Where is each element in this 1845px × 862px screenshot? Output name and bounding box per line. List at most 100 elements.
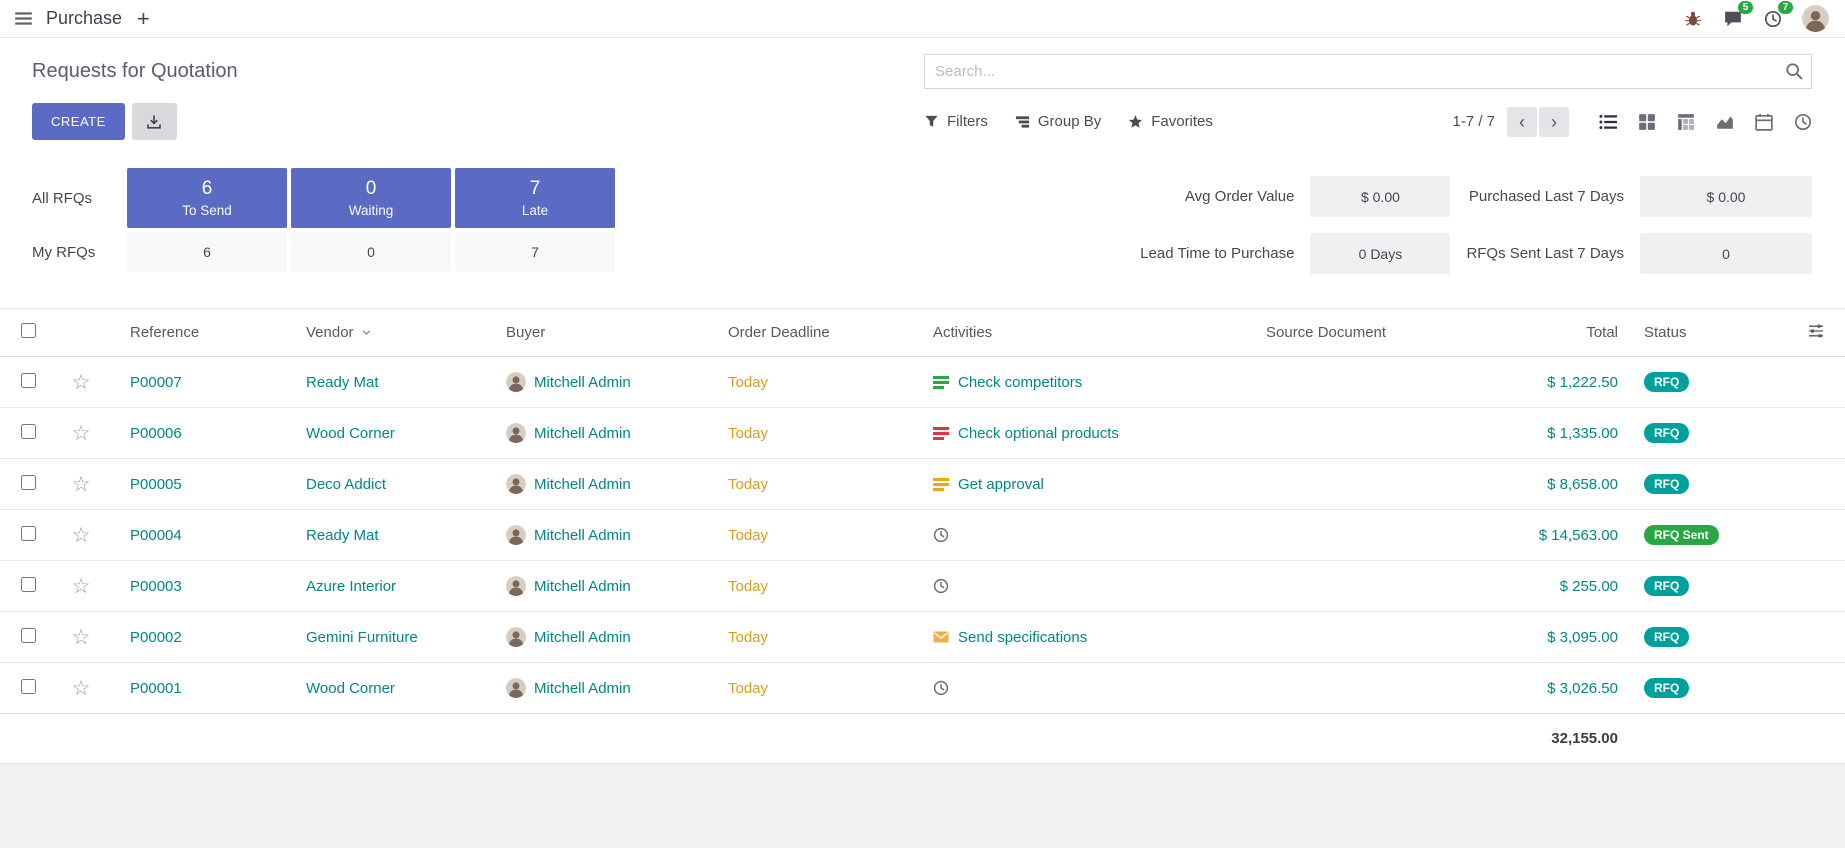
list-view-icon[interactable] bbox=[1599, 113, 1617, 131]
buyer-cell[interactable]: Mitchell Admin bbox=[506, 576, 728, 596]
app-name[interactable]: Purchase bbox=[46, 8, 122, 29]
vendor-link[interactable]: Ready Mat bbox=[306, 527, 379, 544]
activities-column-header[interactable]: Activities bbox=[933, 309, 1266, 357]
vendor-link[interactable]: Gemini Furniture bbox=[306, 629, 418, 646]
favorite-star-icon[interactable]: ☆ bbox=[72, 576, 91, 597]
rfq-reference-link[interactable]: P00004 bbox=[130, 527, 182, 544]
calendar-view-icon[interactable] bbox=[1755, 113, 1773, 131]
buyer-cell[interactable]: Mitchell Admin bbox=[506, 627, 728, 647]
to-send-card[interactable]: 6 To Send bbox=[127, 168, 287, 228]
my-late-count[interactable]: 7 bbox=[455, 232, 615, 272]
table-row[interactable]: ☆ P00002 Gemini Furniture Mitchell Admin… bbox=[0, 612, 1845, 663]
vendor-link[interactable]: Ready Mat bbox=[306, 374, 379, 391]
rfq-reference-link[interactable]: P00006 bbox=[130, 425, 182, 442]
buyer-cell[interactable]: Mitchell Admin bbox=[506, 678, 728, 698]
favorites-button[interactable]: Favorites bbox=[1128, 113, 1213, 130]
vendor-column-header[interactable]: Vendor bbox=[306, 309, 506, 357]
vendor-link[interactable]: Azure Interior bbox=[306, 578, 396, 595]
messages-icon[interactable]: 5 bbox=[1722, 8, 1744, 30]
vendor-link[interactable]: Wood Corner bbox=[306, 425, 395, 442]
my-to-send-count[interactable]: 6 bbox=[127, 232, 287, 272]
row-checkbox[interactable] bbox=[21, 424, 36, 439]
table-row[interactable]: ☆ P00003 Azure Interior Mitchell Admin T… bbox=[0, 561, 1845, 612]
activity-view-icon[interactable] bbox=[1794, 113, 1812, 131]
buyer-cell[interactable]: Mitchell Admin bbox=[506, 423, 728, 443]
row-checkbox[interactable] bbox=[21, 373, 36, 388]
row-checkbox[interactable] bbox=[21, 526, 36, 541]
status-badge: RFQ bbox=[1644, 627, 1689, 647]
apps-menu-icon[interactable] bbox=[14, 9, 33, 28]
graph-view-icon[interactable] bbox=[1716, 113, 1734, 131]
favorite-star-icon[interactable]: ☆ bbox=[72, 525, 91, 546]
row-checkbox[interactable] bbox=[21, 577, 36, 592]
total-amount: $ 255.00 bbox=[1560, 578, 1618, 595]
export-button[interactable] bbox=[132, 103, 177, 140]
rfq-reference-link[interactable]: P00007 bbox=[130, 374, 182, 391]
activity-cell[interactable]: Send specifications bbox=[933, 629, 1266, 646]
buyer-avatar bbox=[506, 627, 526, 647]
source-column-header[interactable]: Source Document bbox=[1266, 309, 1516, 357]
lead-time: 0 Days bbox=[1310, 233, 1450, 274]
pager: 1-7 / 7 ‹ › bbox=[1452, 107, 1569, 137]
favorite-star-icon[interactable]: ☆ bbox=[72, 678, 91, 699]
buyer-cell[interactable]: Mitchell Admin bbox=[506, 474, 728, 494]
my-waiting-count[interactable]: 0 bbox=[291, 232, 451, 272]
favorite-star-icon[interactable]: ☆ bbox=[72, 372, 91, 393]
total-amount: $ 1,222.50 bbox=[1547, 374, 1618, 391]
bug-icon[interactable] bbox=[1682, 8, 1704, 30]
quick-add-icon[interactable]: + bbox=[135, 8, 152, 30]
select-all-checkbox[interactable] bbox=[21, 323, 36, 338]
row-checkbox[interactable] bbox=[21, 475, 36, 490]
late-card[interactable]: 7 Late bbox=[455, 168, 615, 228]
rfq-reference-link[interactable]: P00001 bbox=[130, 680, 182, 697]
total-amount: $ 1,335.00 bbox=[1547, 425, 1618, 442]
row-checkbox[interactable] bbox=[21, 628, 36, 643]
vendor-link[interactable]: Wood Corner bbox=[306, 680, 395, 697]
status-column-header[interactable]: Status bbox=[1636, 309, 1786, 357]
reference-column-header[interactable]: Reference bbox=[106, 309, 306, 357]
buyer-avatar bbox=[506, 372, 526, 392]
pager-next-button[interactable]: › bbox=[1539, 107, 1569, 137]
total-column-header[interactable]: Total bbox=[1516, 309, 1636, 357]
buyer-column-header[interactable]: Buyer bbox=[506, 309, 728, 357]
activities-icon[interactable]: 7 bbox=[1762, 8, 1784, 30]
table-row[interactable]: ☆ P00006 Wood Corner Mitchell Admin Toda… bbox=[0, 408, 1845, 459]
download-icon bbox=[146, 114, 162, 130]
adjust-columns-icon[interactable] bbox=[1808, 323, 1824, 339]
table-row[interactable]: ☆ P00005 Deco Addict Mitchell Admin Toda… bbox=[0, 459, 1845, 510]
activity-cell[interactable]: Check competitors bbox=[933, 374, 1266, 391]
all-rfqs-label: All RFQs bbox=[32, 168, 118, 228]
filters-button[interactable]: Filters bbox=[924, 113, 988, 130]
user-avatar[interactable] bbox=[1802, 5, 1829, 32]
buyer-cell[interactable]: Mitchell Admin bbox=[506, 372, 728, 392]
create-button[interactable]: CREATE bbox=[32, 103, 125, 140]
table-row[interactable]: ☆ P00004 Ready Mat Mitchell Admin Today … bbox=[0, 510, 1845, 561]
table-row[interactable]: ☆ P00007 Ready Mat Mitchell Admin Today … bbox=[0, 357, 1845, 408]
activity-cell[interactable] bbox=[933, 527, 1266, 543]
vendor-link[interactable]: Deco Addict bbox=[306, 476, 386, 493]
activity-cell[interactable]: Check optional products bbox=[933, 425, 1266, 442]
activity-cell[interactable]: Get approval bbox=[933, 476, 1266, 493]
row-checkbox[interactable] bbox=[21, 679, 36, 694]
group-by-button[interactable]: Group By bbox=[1015, 113, 1101, 130]
search-input[interactable] bbox=[924, 54, 1812, 89]
group-by-icon bbox=[1015, 114, 1030, 129]
buyer-cell[interactable]: Mitchell Admin bbox=[506, 525, 728, 545]
waiting-card[interactable]: 0 Waiting bbox=[291, 168, 451, 228]
status-badge: RFQ bbox=[1644, 423, 1689, 443]
table-row[interactable]: ☆ P00001 Wood Corner Mitchell Admin Toda… bbox=[0, 663, 1845, 714]
pivot-view-icon[interactable] bbox=[1677, 113, 1695, 131]
kanban-view-icon[interactable] bbox=[1638, 113, 1656, 131]
activity-cell[interactable] bbox=[933, 680, 1266, 696]
rfq-reference-link[interactable]: P00002 bbox=[130, 629, 182, 646]
favorite-star-icon[interactable]: ☆ bbox=[72, 423, 91, 444]
pager-previous-button[interactable]: ‹ bbox=[1507, 107, 1537, 137]
purchased-last-7-days: $ 0.00 bbox=[1640, 176, 1812, 217]
activity-cell[interactable] bbox=[933, 578, 1266, 594]
rfq-reference-link[interactable]: P00005 bbox=[130, 476, 182, 493]
favorite-star-icon[interactable]: ☆ bbox=[72, 627, 91, 648]
favorite-star-icon[interactable]: ☆ bbox=[72, 474, 91, 495]
rfq-reference-link[interactable]: P00003 bbox=[130, 578, 182, 595]
buyer-avatar bbox=[506, 474, 526, 494]
deadline-column-header[interactable]: Order Deadline bbox=[728, 309, 933, 357]
